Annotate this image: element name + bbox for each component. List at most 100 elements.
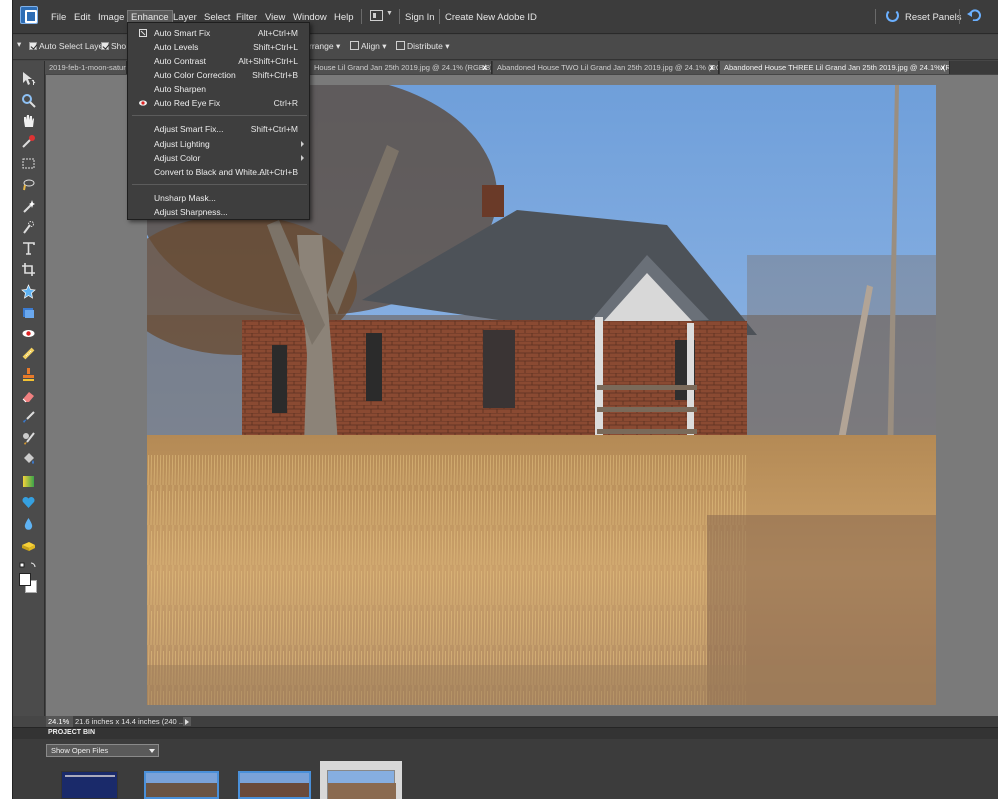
magic-wand-tool-icon[interactable] <box>21 199 36 214</box>
project-bin: Show Open Files <box>13 739 998 799</box>
auto-select-layer-label: Auto Select Layer <box>39 41 107 51</box>
show-open-files-dropdown[interactable]: Show Open Files <box>46 744 159 757</box>
workspace-layout-icon[interactable] <box>370 10 383 21</box>
toolbox <box>13 61 45 716</box>
color-swatches-icon[interactable] <box>19 573 39 595</box>
arrange-dropdown[interactable]: rrange ▾ <box>309 41 340 52</box>
hand-tool-icon[interactable] <box>21 113 36 128</box>
spot-healing-tool-icon[interactable] <box>21 346 36 361</box>
menu-item-label: Auto Levels <box>154 42 199 52</box>
tab-abandoned-house-two[interactable]: Abandoned House TWO Lil Grand Jan 25th 2… <box>493 61 719 74</box>
align-dropdown[interactable]: Align ▾ <box>350 41 387 52</box>
align-icon <box>350 41 359 50</box>
cookie-cutter-tool-icon[interactable] <box>21 284 36 299</box>
swap-colors-icon[interactable] <box>19 561 39 571</box>
menu-item-adjust-color[interactable]: Adjust Color <box>128 151 309 165</box>
tab-label: House Lil Grand Jan 25th 2019.jpg @ 24.1… <box>314 63 492 72</box>
reset-panels-button[interactable]: Reset Panels <box>902 11 965 24</box>
submenu-arrow-icon <box>301 141 304 147</box>
menu-item-shortcut: Shift+Ctrl+B <box>252 70 298 80</box>
eraser-tool-icon[interactable] <box>21 389 36 404</box>
menu-item-label: Auto Color Correction <box>154 70 236 80</box>
thumbnail-abandoned-house-two[interactable] <box>238 771 311 799</box>
brush-tool-icon[interactable] <box>21 410 36 425</box>
zoom-tool-icon[interactable] <box>21 93 36 108</box>
menu-edit[interactable]: Edit <box>71 11 93 24</box>
tab-moon-saturn[interactable]: 2019-feb-1-moon-saturn- <box>45 61 127 74</box>
thumbnail-abandoned-house-three[interactable] <box>320 761 402 799</box>
menu-separator <box>132 115 307 116</box>
checkbox-icon[interactable] <box>101 42 109 50</box>
thumbnail-moon-saturn[interactable] <box>61 771 118 799</box>
paint-bucket-tool-icon[interactable] <box>21 452 36 467</box>
menu-item-label: Auto Smart Fix <box>154 28 211 38</box>
menu-item-auto-smart-fix[interactable]: Auto Smart Fix Alt+Ctrl+M <box>128 26 309 40</box>
lasso-tool-icon[interactable] <box>21 177 36 192</box>
undo-button[interactable] <box>985 11 991 13</box>
app-logo-icon[interactable] <box>20 6 38 24</box>
quick-selection-tool-icon[interactable] <box>21 220 36 235</box>
blur-tool-icon[interactable] <box>21 517 36 532</box>
menu-item-auto-red-eye-fix[interactable]: Auto Red Eye Fix Ctrl+R <box>128 96 309 110</box>
eyedropper-tool-icon[interactable] <box>21 134 36 149</box>
menu-divider <box>399 9 400 24</box>
arrange-label: rrange <box>309 41 334 51</box>
close-icon[interactable]: x <box>710 61 714 74</box>
menu-item-adjust-lighting[interactable]: Adjust Lighting <box>128 137 309 151</box>
menu-item-auto-sharpen[interactable]: Auto Sharpen <box>128 82 309 96</box>
distribute-icon <box>396 41 405 50</box>
type-tool-icon[interactable] <box>21 241 36 256</box>
tab-abandoned-house-three[interactable]: Abandoned House THREE Lil Grand Jan 25th… <box>720 61 950 74</box>
sign-in-link[interactable]: Sign In <box>402 11 438 24</box>
menu-divider <box>361 9 362 24</box>
menu-item-label: Convert to Black and White... <box>154 167 265 177</box>
crop-tool-icon[interactable] <box>21 262 36 277</box>
create-adobe-id-link[interactable]: Create New Adobe ID <box>442 11 540 24</box>
options-menu-icon[interactable]: ▾ <box>17 39 21 50</box>
status-menu-arrow-icon[interactable] <box>183 717 191 726</box>
status-bar: 24.1% 21.6 inches x 14.4 inches (240 ... <box>46 716 998 727</box>
show-bounding-box-checkbox[interactable]: Sho <box>101 41 126 51</box>
menu-item-label: Unsharp Mask... <box>154 193 216 203</box>
straighten-tool-icon[interactable] <box>21 305 36 320</box>
custom-shape-tool-icon[interactable] <box>21 495 36 510</box>
thumbnail-abandoned-house-one[interactable] <box>144 771 219 799</box>
tab-label: Abandoned House TWO Lil Grand Jan 25th 2… <box>497 63 719 72</box>
menu-item-label: Adjust Lighting <box>154 139 210 149</box>
zoom-level[interactable]: 24.1% <box>46 716 73 727</box>
menu-item-auto-contrast[interactable]: Auto Contrast Alt+Shift+Ctrl+L <box>128 54 309 68</box>
menu-item-shortcut: Shift+Ctrl+L <box>253 42 298 52</box>
menu-image[interactable]: Image <box>95 11 127 24</box>
menu-item-auto-levels[interactable]: Auto Levels Shift+Ctrl+L <box>128 40 309 54</box>
undo-icon[interactable] <box>967 9 981 21</box>
menu-item-label: Adjust Smart Fix... <box>154 124 224 134</box>
menu-separator <box>132 184 307 185</box>
menu-item-adjust-smart-fix[interactable]: Adjust Smart Fix... Shift+Ctrl+M <box>128 122 309 136</box>
chevron-down-icon[interactable]: ▼ <box>386 10 393 17</box>
menu-help[interactable]: Help <box>331 11 357 24</box>
clone-stamp-tool-icon[interactable] <box>21 367 36 382</box>
move-tool-icon[interactable] <box>21 71 36 86</box>
menu-item-shortcut: Shift+Ctrl+M <box>250 124 298 134</box>
reset-panels-icon[interactable] <box>886 9 899 22</box>
auto-select-layer-checkbox[interactable]: Auto Select Layer <box>29 41 106 51</box>
distribute-dropdown[interactable]: Distribute ▾ <box>396 41 450 52</box>
menu-item-convert-to-black-and-white[interactable]: Convert to Black and White... Alt+Ctrl+B <box>128 165 309 179</box>
menu-item-shortcut: Alt+Ctrl+M <box>257 28 298 38</box>
foreground-color-swatch[interactable] <box>19 573 31 586</box>
menu-divider <box>959 9 960 24</box>
menu-item-unsharp-mask[interactable]: Unsharp Mask... <box>128 191 309 205</box>
close-icon[interactable]: x <box>483 61 487 74</box>
menu-item-adjust-sharpness[interactable]: Adjust Sharpness... <box>128 205 309 219</box>
dropdown-label: Show Open Files <box>51 746 109 755</box>
menu-item-auto-color-correction[interactable]: Auto Color Correction Shift+Ctrl+B <box>128 68 309 82</box>
smart-brush-tool-icon[interactable] <box>21 431 36 446</box>
gradient-tool-icon[interactable] <box>21 474 36 489</box>
red-eye-tool-icon[interactable] <box>21 326 36 341</box>
menu-file[interactable]: File <box>48 11 69 24</box>
checkbox-icon[interactable] <box>29 42 37 50</box>
marquee-tool-icon[interactable] <box>21 156 36 171</box>
sponge-tool-icon[interactable] <box>21 538 36 553</box>
tab-abandoned-house-one[interactable]: House Lil Grand Jan 25th 2019.jpg @ 24.1… <box>310 61 492 74</box>
close-icon[interactable]: x <box>941 61 945 74</box>
